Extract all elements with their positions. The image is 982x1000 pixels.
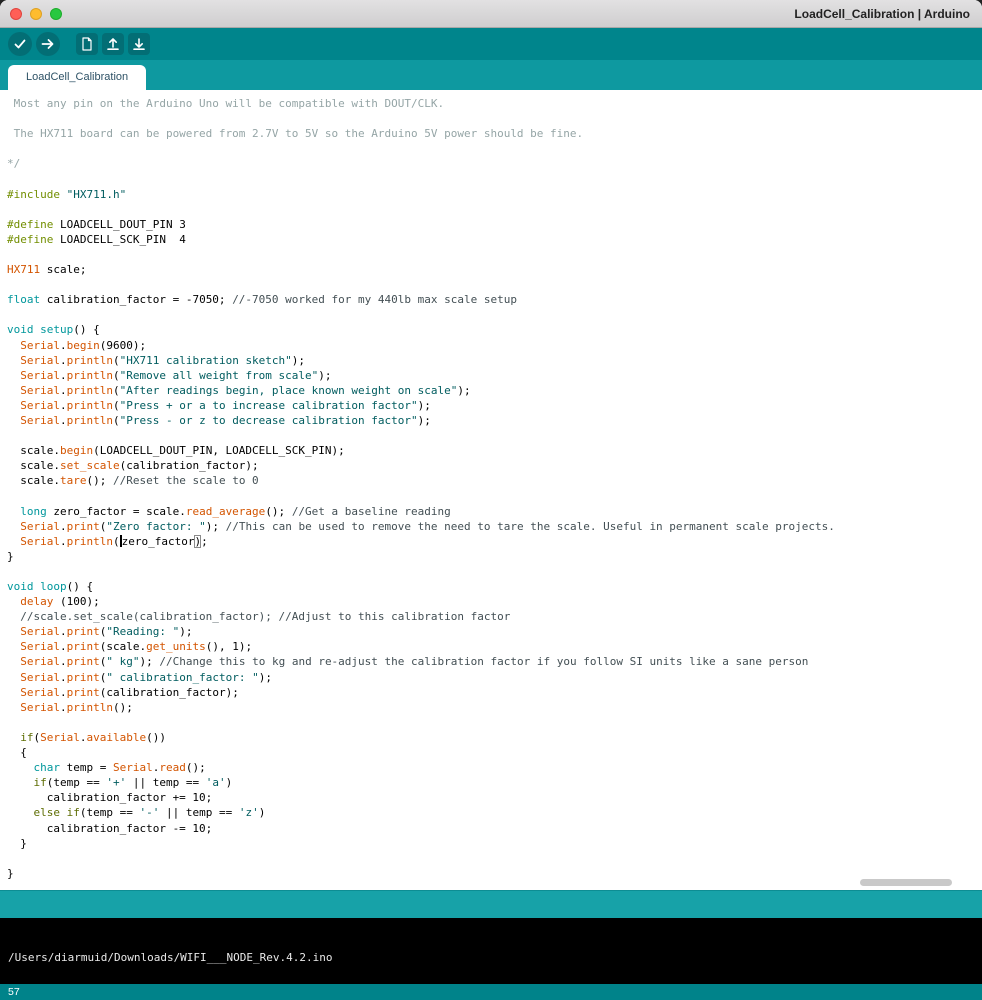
arduino-ide-window: LoadCell_Calibration | Arduino LoadCell_… — [0, 0, 982, 1000]
console-output: /Users/diarmuid/Downloads/WIFI___NODE_Re… — [0, 918, 982, 984]
save-icon — [131, 36, 147, 52]
code-line[interactable]: delay (100); — [7, 594, 982, 609]
window-title: LoadCell_Calibration | Arduino — [794, 7, 970, 21]
code-line[interactable] — [7, 715, 982, 730]
code-line[interactable] — [7, 247, 982, 262]
code-line[interactable] — [7, 488, 982, 503]
code-line[interactable] — [7, 141, 982, 156]
code-editor[interactable]: Most any pin on the Arduino Uno will be … — [0, 90, 982, 890]
code-line[interactable]: } — [7, 836, 982, 851]
code-line[interactable] — [7, 851, 982, 866]
code-line[interactable]: Serial.begin(9600); — [7, 338, 982, 353]
code-line[interactable]: Serial.println(zero_factor); — [7, 534, 982, 549]
code-line[interactable]: { — [7, 745, 982, 760]
zoom-button[interactable] — [50, 7, 62, 20]
code-line[interactable]: else if(temp == '-' || temp == 'z') — [7, 805, 982, 820]
code-line[interactable]: char temp = Serial.read(); — [7, 760, 982, 775]
code-line[interactable] — [7, 277, 982, 292]
code-line[interactable]: Serial.print(" kg"); //Change this to kg… — [7, 654, 982, 669]
code-line[interactable]: #include "HX711.h" — [7, 187, 982, 202]
save-button[interactable] — [128, 33, 150, 55]
code-line[interactable]: #define LOADCELL_SCK_PIN 4 — [7, 232, 982, 247]
code-line[interactable]: float calibration_factor = -7050; //-705… — [7, 292, 982, 307]
minimize-button[interactable] — [30, 7, 42, 20]
code-line[interactable]: //scale.set_scale(calibration_factor); /… — [7, 609, 982, 624]
code-line[interactable]: } — [7, 549, 982, 564]
status-strip — [0, 890, 982, 918]
code-line[interactable]: if(Serial.available()) — [7, 730, 982, 745]
code-line[interactable] — [7, 202, 982, 217]
code-line[interactable]: void setup() { — [7, 322, 982, 337]
new-sketch-button[interactable] — [76, 33, 98, 55]
line-number: 57 — [8, 986, 20, 998]
code-line[interactable]: HX711 scale; — [7, 262, 982, 277]
tab-loadcell-calibration[interactable]: LoadCell_Calibration — [8, 65, 147, 90]
console-path: /Users/diarmuid/Downloads/WIFI___NODE_Re… — [8, 951, 333, 964]
code-line[interactable]: */ — [7, 156, 982, 171]
code-line[interactable]: Serial.println("After readings begin, pl… — [7, 383, 982, 398]
open-icon — [105, 36, 121, 52]
code-line[interactable] — [7, 111, 982, 126]
code-line[interactable] — [7, 564, 982, 579]
upload-button[interactable] — [36, 32, 60, 56]
code-line[interactable]: Serial.println(); — [7, 700, 982, 715]
tab-bar: LoadCell_Calibration — [0, 60, 982, 90]
tab-label: LoadCell_Calibration — [26, 71, 129, 83]
titlebar: LoadCell_Calibration | Arduino — [0, 0, 982, 28]
code-line[interactable]: Serial.println("HX711 calibration sketch… — [7, 353, 982, 368]
bottom-statusbar: 57 — [0, 984, 982, 1000]
code-line[interactable]: calibration_factor -= 10; — [7, 821, 982, 836]
code-area: Most any pin on the Arduino Uno will be … — [0, 90, 982, 881]
code-line[interactable] — [7, 171, 982, 186]
upload-icon — [40, 36, 56, 52]
code-line[interactable]: Serial.print(calibration_factor); — [7, 685, 982, 700]
scrollbar-thumb[interactable] — [860, 879, 952, 886]
code-line[interactable]: Serial.print(" calibration_factor: "); — [7, 670, 982, 685]
code-line[interactable]: scale.tare(); //Reset the scale to 0 — [7, 473, 982, 488]
code-line[interactable]: scale.begin(LOADCELL_DOUT_PIN, LOADCELL_… — [7, 443, 982, 458]
code-line[interactable]: Most any pin on the Arduino Uno will be … — [7, 96, 982, 111]
code-line[interactable]: Serial.println("Remove all weight from s… — [7, 368, 982, 383]
code-line[interactable]: Serial.print("Zero factor: "); //This ca… — [7, 519, 982, 534]
toolbar — [0, 28, 982, 60]
code-line[interactable]: #define LOADCELL_DOUT_PIN 3 — [7, 217, 982, 232]
code-line[interactable]: Serial.println("Press + or a to increase… — [7, 398, 982, 413]
code-line[interactable]: if(temp == '+' || temp == 'a') — [7, 775, 982, 790]
code-line[interactable]: void loop() { — [7, 579, 982, 594]
code-line[interactable]: Serial.print(scale.get_units(), 1); — [7, 639, 982, 654]
close-button[interactable] — [10, 7, 22, 20]
code-line[interactable]: Serial.println("Press - or z to decrease… — [7, 413, 982, 428]
horizontal-scrollbar[interactable] — [0, 879, 982, 888]
traffic-lights — [0, 7, 62, 20]
verify-button[interactable] — [8, 32, 32, 56]
new-sketch-icon — [79, 36, 95, 52]
code-line[interactable]: scale.set_scale(calibration_factor); — [7, 458, 982, 473]
code-line[interactable] — [7, 428, 982, 443]
open-button[interactable] — [102, 33, 124, 55]
code-line[interactable]: long zero_factor = scale.read_average();… — [7, 504, 982, 519]
verify-icon — [12, 36, 28, 52]
toolbar-buttons — [8, 32, 150, 56]
code-line[interactable] — [7, 307, 982, 322]
code-line[interactable]: Serial.print("Reading: "); — [7, 624, 982, 639]
code-line[interactable]: The HX711 board can be powered from 2.7V… — [7, 126, 982, 141]
code-line[interactable]: calibration_factor += 10; — [7, 790, 982, 805]
